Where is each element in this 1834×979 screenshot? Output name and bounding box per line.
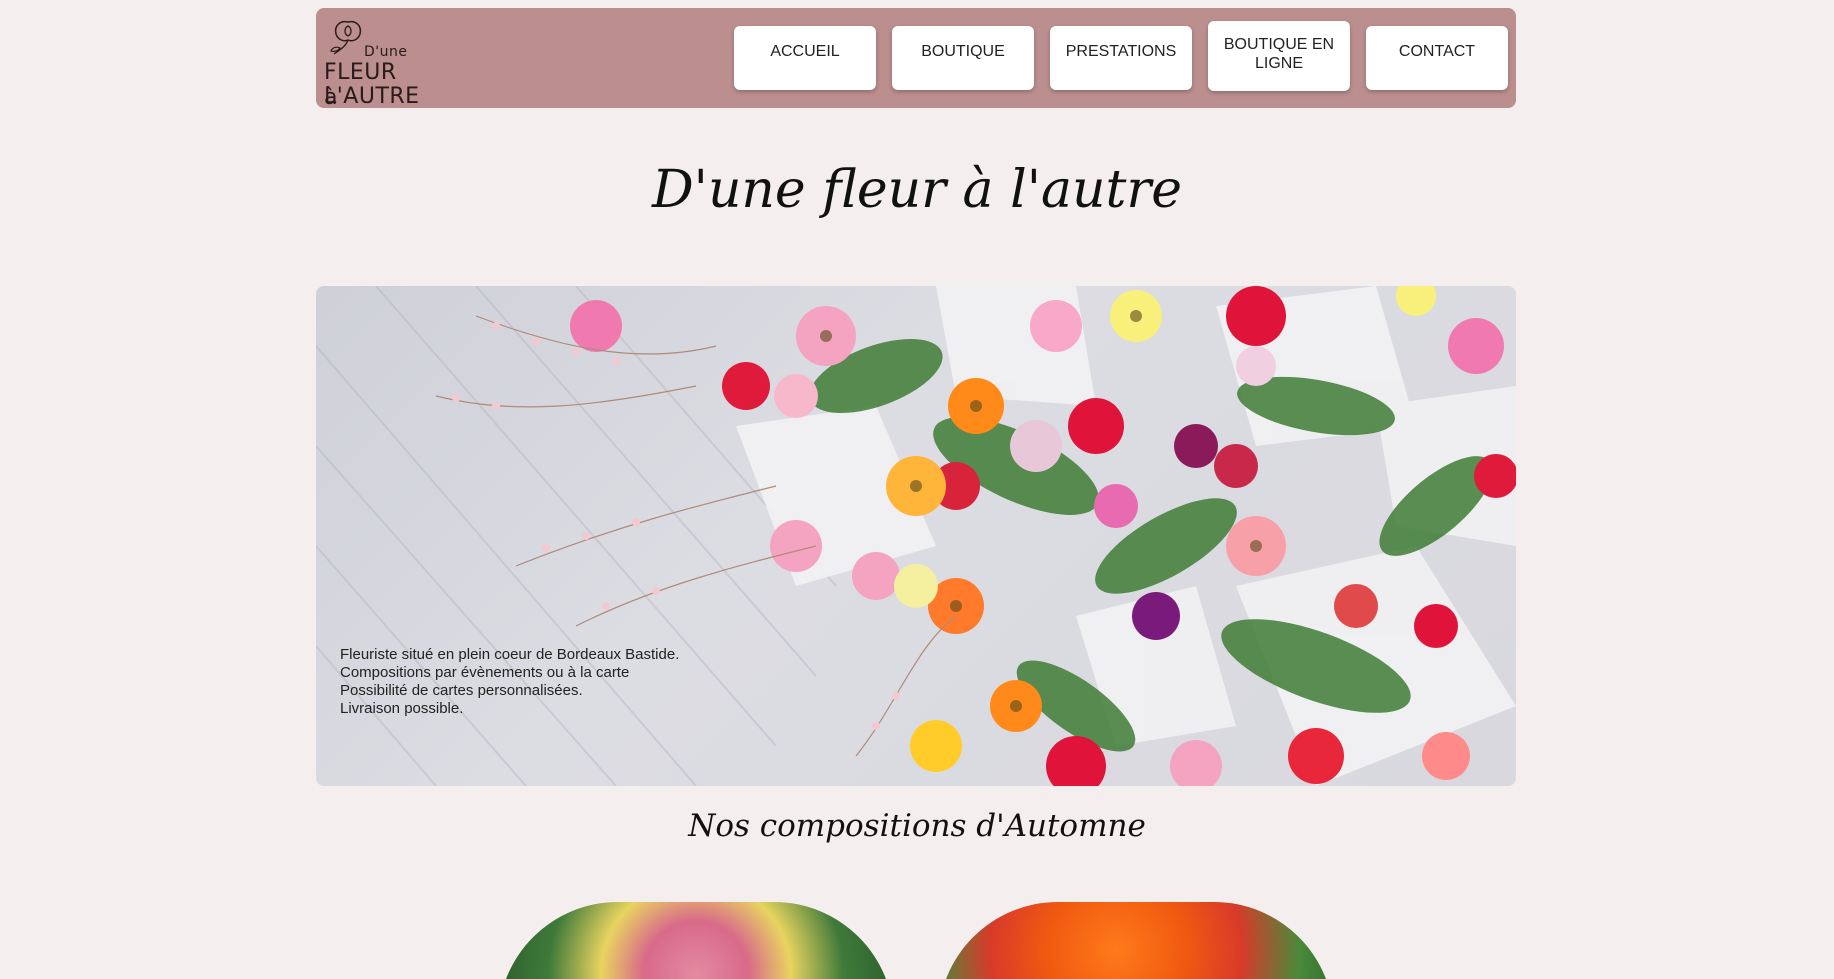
main-nav: ACCUEIL BOUTIQUE PRESTATIONS BOUTIQUE EN… xyxy=(734,8,1508,108)
nav-boutique-en-ligne-button[interactable]: BOUTIQUE EN LIGNE xyxy=(1208,21,1350,91)
logo-text-line3: L'AUTRE xyxy=(324,84,420,109)
logo-text-line1: D'une xyxy=(364,44,408,60)
composition-card-image[interactable] xyxy=(938,902,1334,979)
page-title: D'une fleur à l'autre xyxy=(651,160,1183,220)
hero-description: Fleuriste situé en plein coeur de Bordea… xyxy=(340,646,679,718)
hero-line: Fleuriste situé en plein coeur de Bordea… xyxy=(340,646,680,663)
hero-line: Possibilité de cartes personnalisées. xyxy=(340,682,583,699)
hero-banner: Fleuriste situé en plein coeur de Bordea… xyxy=(316,286,1516,786)
nav-contact-button[interactable]: CONTACT xyxy=(1366,26,1508,90)
logo[interactable]: D'une FLEUR à L'AUTRE xyxy=(322,14,420,110)
hero-line: Compositions par évènements ou à la cart… xyxy=(340,664,630,681)
section-title: Nos compositions d'Automne xyxy=(688,808,1146,844)
nav-boutique-button[interactable]: BOUTIQUE xyxy=(892,26,1034,90)
nav-prestations-button[interactable]: PRESTATIONS xyxy=(1050,26,1192,90)
site-header: D'une FLEUR à L'AUTRE ACCUEIL BOUTIQUE P… xyxy=(316,8,1516,110)
composition-card-image[interactable] xyxy=(498,902,894,979)
page: D'une FLEUR à L'AUTRE ACCUEIL BOUTIQUE P… xyxy=(0,0,1834,979)
hero-line: Livraison possible. xyxy=(340,700,464,717)
nav-accueil-button[interactable]: ACCUEIL xyxy=(734,26,876,90)
